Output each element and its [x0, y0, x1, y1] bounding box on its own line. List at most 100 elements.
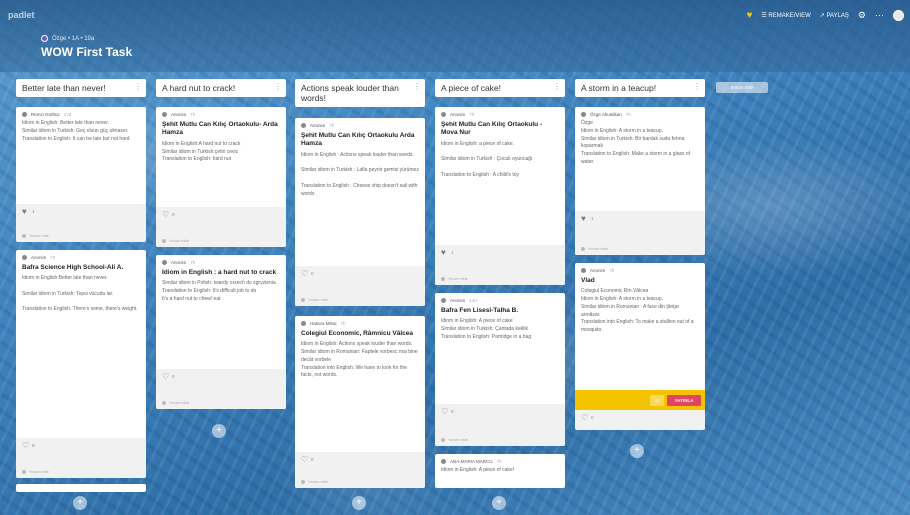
- add-post-button[interactable]: +: [212, 424, 226, 438]
- top-actions: ♥ ☰ REMAKE/VIEW ↗ PAYLAŞ ⚙ ⋯: [746, 10, 904, 21]
- post-title: Vlad: [581, 277, 595, 284]
- post-card-editing[interactable]: Anonim 7h Vlad Colegiul Economic Rm.Vâlce…: [575, 263, 705, 430]
- author-name: Anonim: [590, 268, 606, 273]
- like-icon[interactable]: ♡: [162, 372, 169, 381]
- post-time: 7h: [50, 255, 56, 260]
- page-title: WOW First Task: [41, 45, 133, 59]
- add-comment[interactable]: Yorum ekle: [441, 437, 468, 442]
- post-body: Idiom in English: Actions speak louder t…: [301, 341, 418, 379]
- author-name: Anonim: [31, 255, 47, 260]
- post-body: Similar idiom in Polish: twardy orzech d…: [162, 280, 276, 302]
- column-header[interactable]: Actions speak louder than words! ⋮: [295, 79, 425, 108]
- post-author: Anonim 7h: [295, 118, 425, 130]
- column-menu-icon[interactable]: ⋮: [134, 82, 142, 92]
- add-post-button[interactable]: +: [352, 496, 366, 510]
- column-header[interactable]: A storm in a teacup! ⋮: [575, 79, 705, 98]
- like-icon[interactable]: ♡: [581, 413, 588, 422]
- add-comment[interactable]: Yorum ekle: [162, 400, 189, 405]
- post-author: Anonim 14d: [435, 293, 565, 305]
- column-menu-icon[interactable]: ⋮: [413, 82, 421, 92]
- column-header[interactable]: A piece of cake! ⋮: [435, 79, 565, 98]
- like-icon[interactable]: ♡: [22, 441, 29, 450]
- add-section-button[interactable]: Bölüm Ekle: [716, 82, 768, 93]
- remake-button[interactable]: ☰ REMAKE/VIEW: [761, 12, 810, 19]
- header-bar: padlet Özge • 1A • 19a WOW First Task ♥ …: [0, 0, 910, 72]
- post-title: Şehit Mutlu Can Kılıç Ortaokulu - Mova N…: [441, 121, 543, 137]
- column-title: A storm in a teacup!: [581, 83, 657, 93]
- column-title: A hard nut to crack!: [162, 83, 236, 93]
- author-avatar: [581, 112, 586, 117]
- like-icon[interactable]: ♡: [162, 210, 169, 219]
- publish-button[interactable]: YAYINLA: [667, 395, 701, 406]
- author-name: Özge Abutalkan: [590, 112, 622, 117]
- post-author: Anonim 7h: [435, 107, 565, 119]
- like-icon[interactable]: ♡: [301, 455, 308, 464]
- post-body: Idiom in English:A hard nut to crack Sim…: [162, 140, 241, 163]
- more-icon[interactable]: ⋯: [875, 10, 884, 21]
- author-name: Remzi Gürbüz: [31, 112, 60, 117]
- add-post-button[interactable]: +: [492, 496, 506, 510]
- post-card[interactable]: Anonim 7h Bafra Science High School-Ali A…: [16, 250, 146, 478]
- column-menu-icon[interactable]: ⋮: [693, 82, 701, 92]
- author-avatar: [162, 112, 167, 117]
- author-avatar: [301, 321, 306, 326]
- column-header[interactable]: A hard nut to crack! ⋮: [156, 79, 286, 98]
- like-count: 1: [591, 216, 594, 221]
- skip-button[interactable]: Gİ: [650, 395, 664, 406]
- post-card[interactable]: Anonim 7h Şehit Mutlu Can Kılıç Ortaokulu…: [295, 118, 425, 306]
- post-card-partial[interactable]: [16, 484, 146, 492]
- post-time: 7h: [609, 268, 615, 273]
- owner-avatar[interactable]: [41, 35, 48, 42]
- gear-icon[interactable]: ⚙: [858, 10, 866, 21]
- like-count: 0: [451, 409, 454, 414]
- like-count: 1: [32, 209, 35, 214]
- like-icon[interactable]: ♥: [581, 214, 586, 223]
- author-avatar: [581, 268, 586, 273]
- post-body: Idiom in English: a piece of cake. Simil…: [441, 140, 533, 178]
- post-footer: ♥ 1 Yorum ekle: [575, 211, 705, 255]
- post-card[interactable]: ANA-MARIA MARCU 7h Idiom in English: A pi…: [435, 454, 565, 488]
- post-footer: ♡ 0 Yorum ekle: [156, 369, 286, 409]
- add-comment[interactable]: Yorum ekle: [301, 297, 328, 302]
- add-comment[interactable]: Yorum ekle: [301, 479, 328, 484]
- author-avatar: [441, 298, 446, 303]
- heart-icon[interactable]: ♥: [746, 10, 752, 21]
- post-card[interactable]: Anonim 7h Şehit Mutlu Can Kılıç Ortaokulu…: [156, 107, 286, 247]
- add-post-button[interactable]: +: [630, 444, 644, 458]
- post-card[interactable]: Özge Abutalkan 7h Özge Idiom in English: …: [575, 107, 705, 255]
- like-icon[interactable]: ♥: [22, 207, 27, 216]
- author-name: Anonim: [450, 298, 466, 303]
- like-icon[interactable]: ♥: [441, 248, 446, 257]
- author-name: Anonim: [310, 123, 326, 128]
- like-icon[interactable]: ♡: [441, 407, 448, 416]
- post-author: Hatiora Mihai 7h: [295, 316, 425, 328]
- add-comment[interactable]: Yorum ekle: [162, 238, 189, 243]
- post-card[interactable]: Hatiora Mihai 7h Colegiul Economic, Râmni…: [295, 316, 425, 488]
- post-author: ANA-MARIA MARCU 7h: [435, 454, 565, 466]
- post-body: Idiom in English : Actions speak louder …: [301, 151, 419, 197]
- app-logo[interactable]: padlet: [8, 10, 35, 20]
- post-footer: ♡ 0 Yorum ekle: [295, 452, 425, 488]
- column-menu-icon[interactable]: ⋮: [274, 82, 282, 92]
- post-footer: ♡ 0 Yorum ekle: [156, 207, 286, 247]
- add-comment[interactable]: Yorum ekle: [581, 246, 608, 251]
- post-card[interactable]: Anonim 14d Bafra Fen Lisesi-Talha B. Idio…: [435, 293, 565, 446]
- column-title: Actions speak louder than words!: [301, 83, 399, 104]
- like-icon[interactable]: ♡: [301, 269, 308, 278]
- author-avatar: [441, 459, 446, 464]
- column-title: Better late than never!: [22, 83, 106, 93]
- add-comment[interactable]: Yorum ekle: [441, 276, 468, 281]
- post-card[interactable]: Anonim 7h Idiom in English : a hard nut t…: [156, 255, 286, 409]
- post-card[interactable]: Remzi Gürbüz 17d Idiom in English: Better…: [16, 107, 146, 242]
- share-button[interactable]: ↗ PAYLAŞ: [820, 12, 849, 19]
- post-card[interactable]: Anonim 7h Şehit Mutlu Can Kılıç Ortaokulu…: [435, 107, 565, 285]
- post-footer: ♥ 1 Yorum ekle: [435, 245, 565, 285]
- post-time: 7h: [190, 112, 196, 117]
- add-post-button[interactable]: +: [73, 496, 87, 510]
- add-comment[interactable]: Yorum ekle: [22, 469, 49, 474]
- user-avatar[interactable]: [893, 10, 904, 21]
- column-menu-icon[interactable]: ⋮: [553, 82, 561, 92]
- like-count: 0: [32, 443, 35, 448]
- column-header[interactable]: Better late than never! ⋮: [16, 79, 146, 98]
- add-comment[interactable]: Yorum ekle: [22, 233, 49, 238]
